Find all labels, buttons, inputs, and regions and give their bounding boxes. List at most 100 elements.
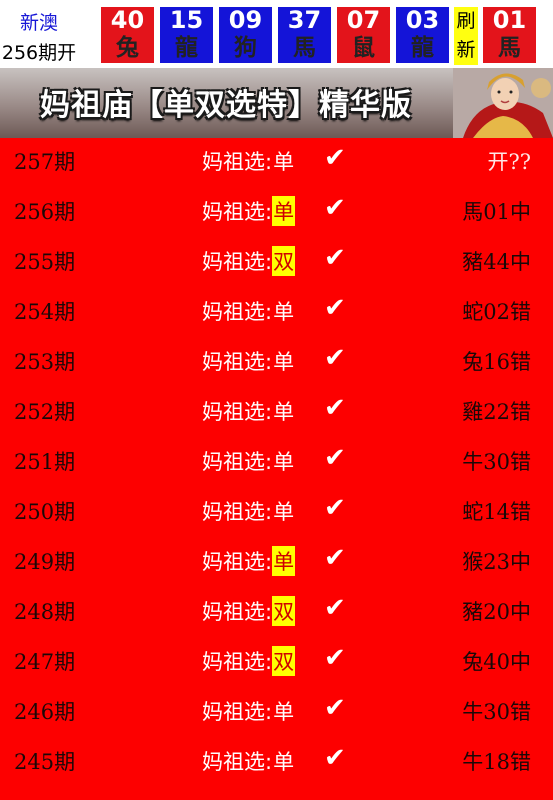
checkmark-icon: ✔: [324, 593, 346, 623]
lottery-result-bar: 新澳 256期开 40 兔 15 龍 09 狗 37 馬 07 鼠 03 龍 刷…: [0, 0, 553, 68]
pick-prefix: 妈祖选:: [202, 600, 273, 624]
list-item: 257期 妈祖选:单 ✔ 开??: [0, 138, 553, 186]
pick-prefix: 妈祖选:: [202, 650, 273, 674]
ball-zodiac: 兔: [116, 35, 139, 61]
pick-value: 双: [272, 246, 296, 276]
result-text: 蛇14错: [462, 500, 531, 524]
pick-prefix: 妈祖选:: [202, 400, 273, 424]
period-label: 256期开: [1, 42, 77, 64]
checkmark-icon: ✔: [324, 693, 346, 723]
pick-prefix: 妈祖选:: [202, 200, 273, 224]
period-number: 255期: [14, 250, 76, 274]
pick-value: 单: [273, 750, 295, 774]
ball-2: 15 龍: [160, 7, 213, 63]
period-number: 254期: [14, 300, 76, 324]
list-item: 249期 妈祖选:单 ✔ 猴23中: [0, 538, 553, 586]
ball-number: 01: [492, 6, 527, 34]
checkmark-icon: ✔: [324, 743, 346, 773]
pick-text: 妈祖选:单: [202, 746, 295, 776]
checkmark-icon: ✔: [324, 493, 346, 523]
result-text: 猴23中: [462, 550, 531, 574]
pick-value: 单: [273, 700, 295, 724]
checkmark-icon: ✔: [324, 343, 346, 373]
list-item: 248期 妈祖选:双 ✔ 豬20中: [0, 588, 553, 636]
list-item: 253期 妈祖选:单 ✔ 兔16错: [0, 338, 553, 386]
checkmark-icon: ✔: [324, 143, 346, 173]
list-item: 252期 妈祖选:单 ✔ 雞22错: [0, 388, 553, 436]
pick-value: 单: [273, 500, 295, 524]
banner-title: 妈祖庙【单双选特】精华版: [40, 88, 412, 123]
result-text: 牛30错: [462, 450, 531, 474]
pick-prefix: 妈祖选:: [202, 550, 273, 574]
ball-number: 07: [346, 6, 381, 34]
checkmark-icon: ✔: [324, 243, 346, 273]
refresh-button[interactable]: 刷新: [454, 7, 478, 65]
pick-value: 单: [273, 300, 295, 324]
period-number: 257期: [14, 150, 76, 174]
list-item: 247期 妈祖选:双 ✔ 兔40中: [0, 638, 553, 686]
list-item: 256期 妈祖选:单 ✔ 馬01中: [0, 188, 553, 236]
ball-number: 40: [110, 6, 145, 34]
pick-prefix: 妈祖选:: [202, 750, 273, 774]
pick-value: 单: [272, 546, 296, 576]
pick-value: 单: [273, 150, 295, 174]
period-number: 253期: [14, 350, 76, 374]
result-text: 雞22错: [462, 400, 531, 424]
ball-number: 37: [287, 6, 322, 34]
ball-1: 40 兔: [101, 7, 154, 63]
pick-text: 妈祖选:单: [202, 196, 296, 226]
ball-number: 03: [405, 6, 440, 34]
period-number: 256期: [14, 200, 76, 224]
result-text: 兔16错: [462, 350, 531, 374]
pick-prefix: 妈祖选:: [202, 700, 273, 724]
checkmark-icon: ✔: [324, 293, 346, 323]
pick-text: 妈祖选:单: [202, 496, 295, 526]
pick-text: 妈祖选:单: [202, 396, 295, 426]
pick-value: 双: [272, 646, 296, 676]
ball-number: 15: [169, 6, 204, 34]
pick-value: 单: [272, 196, 296, 226]
period-number: 248期: [14, 600, 76, 624]
ball-5: 07 鼠: [337, 7, 390, 63]
ball-6: 03 龍: [396, 7, 449, 63]
pick-value: 单: [273, 350, 295, 374]
checkmark-icon: ✔: [324, 393, 346, 423]
ball-zodiac: 龍: [175, 35, 198, 61]
list-item: 246期 妈祖选:单 ✔ 牛30错: [0, 688, 553, 736]
checkmark-icon: ✔: [324, 543, 346, 573]
period-number: 249期: [14, 550, 76, 574]
region-label: 新澳: [19, 12, 58, 34]
pick-text: 妈祖选:单: [202, 346, 295, 376]
pick-value: 双: [272, 596, 296, 626]
ball-zodiac: 馬: [293, 35, 316, 61]
pick-prefix: 妈祖选:: [202, 300, 273, 324]
list-item: 250期 妈祖选:单 ✔ 蛇14错: [0, 488, 553, 536]
period-number: 245期: [14, 750, 76, 774]
result-text: 兔40中: [462, 650, 531, 674]
checkmark-icon: ✔: [324, 443, 346, 473]
result-text: 蛇02错: [462, 300, 531, 324]
result-text: 馬01中: [462, 200, 531, 224]
pick-text: 妈祖选:双: [202, 646, 296, 676]
list-item: 251期 妈祖选:单 ✔ 牛30错: [0, 438, 553, 486]
prediction-list: 257期 妈祖选:单 ✔ 开?? 256期 妈祖选:单 ✔ 馬01中 255期 …: [0, 138, 553, 800]
pick-prefix: 妈祖选:: [202, 500, 273, 524]
period-number: 246期: [14, 700, 76, 724]
mazu-goddess-image: [453, 68, 553, 138]
checkmark-icon: ✔: [324, 193, 346, 223]
list-item: 245期 妈祖选:单 ✔ 牛18错: [0, 738, 553, 786]
pick-prefix: 妈祖选:: [202, 450, 273, 474]
result-text: 豬44中: [462, 250, 531, 274]
ball-zodiac: 鼠: [352, 35, 375, 61]
pick-text: 妈祖选:单: [202, 296, 295, 326]
pick-prefix: 妈祖选:: [202, 250, 273, 274]
period-number: 250期: [14, 500, 76, 524]
pick-text: 妈祖选:双: [202, 596, 296, 626]
pick-value: 单: [273, 400, 295, 424]
period-number: 252期: [14, 400, 76, 424]
pick-text: 妈祖选:双: [202, 246, 296, 276]
checkmark-icon: ✔: [324, 643, 346, 673]
result-text: 豬20中: [462, 600, 531, 624]
pick-prefix: 妈祖选:: [202, 150, 273, 174]
period-number: 251期: [14, 450, 76, 474]
